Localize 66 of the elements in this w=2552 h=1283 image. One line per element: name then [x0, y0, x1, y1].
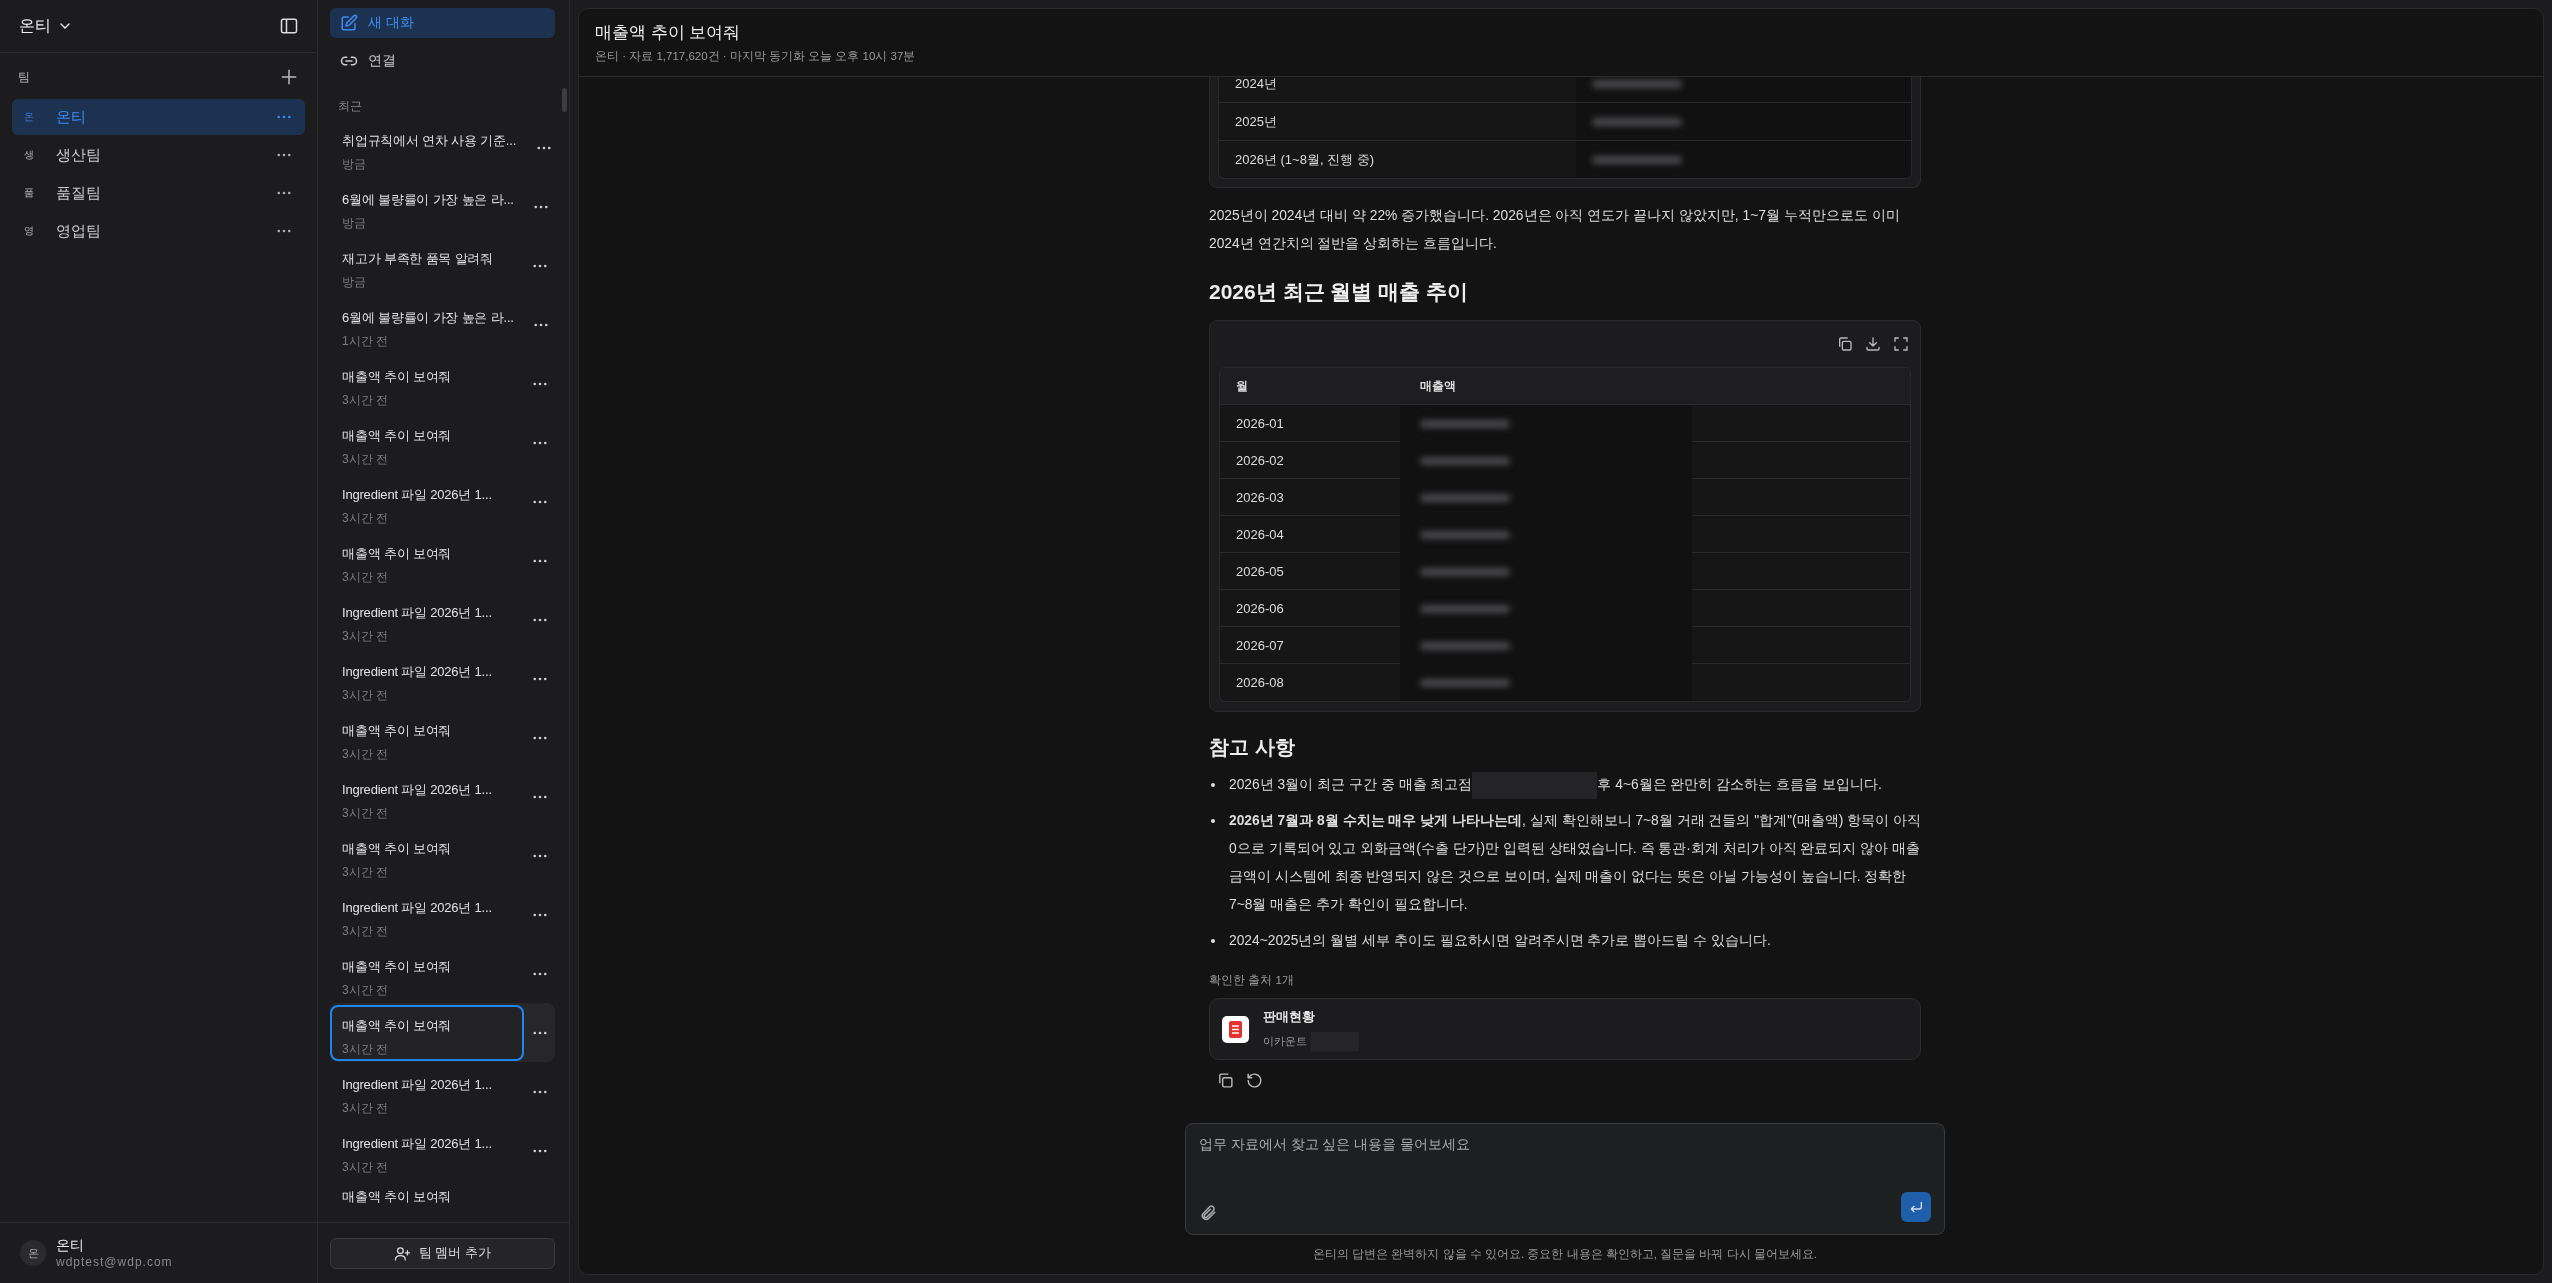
section-label: 팀	[18, 68, 30, 86]
table-cell-text: 2025년	[1234, 112, 1278, 131]
conversation-item[interactable]: 매출액 추이 보여줘	[330, 1180, 555, 1210]
connect-button[interactable]: 연결	[330, 46, 555, 76]
document-icon	[1222, 1015, 1249, 1043]
retry-icon[interactable]	[1246, 1072, 1263, 1089]
chat-title: 매출액 추이 보여줘	[595, 21, 742, 43]
conversation-item[interactable]: Ingredient 파일 2026년 1... 3시간 전	[330, 650, 524, 707]
conversation-item[interactable]: 매출액 추이 보여줘 3시간 전	[330, 532, 524, 589]
conversation-item[interactable]: Ingredient 파일 2026년 1... 3시간 전	[330, 1122, 524, 1179]
conversation-item[interactable]: Ingredient 파일 2026년 1... 3시간 전	[330, 591, 524, 648]
sidebar-toggle-icon[interactable]	[279, 16, 299, 36]
user-email: wdptest@wdp.com	[56, 1255, 173, 1269]
team-item[interactable]: 품 품질팀	[12, 175, 305, 211]
message-input[interactable]: 업무 자료에서 찾고 싶은 내용을 물어보세요	[1185, 1123, 1945, 1235]
conversation-item[interactable]: 6월에 불량률이 가장 높은 라... 1시간 전	[330, 296, 526, 353]
user-plus-icon	[393, 1244, 411, 1262]
table-cell-text: 2026-08	[1235, 674, 1285, 692]
section-heading: 참고 사항	[1209, 735, 1296, 760]
copy-icon[interactable]	[1217, 1072, 1234, 1089]
conversation-item[interactable]: 매출액 추이 보여줘 3시간 전	[330, 355, 524, 412]
table-cell-text: 2026년 (1~8월, 진행 중)	[1234, 150, 1376, 169]
column-header: 매출액	[1419, 378, 1457, 394]
conversation-item[interactable]: 매출액 추이 보여줘 3시간 전	[330, 1004, 524, 1061]
conversation-item[interactable]: 취업규칙에서 연차 사용 기준... 방금	[330, 119, 529, 176]
table-cell-text: 2024년	[1234, 77, 1278, 93]
conversation-item[interactable]: Ingredient 파일 2026년 1... 3시간 전	[330, 768, 524, 825]
download-icon[interactable]	[1865, 336, 1881, 352]
section-label: 최근	[338, 99, 362, 113]
fullscreen-icon[interactable]	[1893, 336, 1909, 352]
team-item[interactable]: 온 온티	[12, 99, 305, 135]
conversation-item[interactable]: 6월에 불량률이 가장 높은 라... 방금	[330, 178, 526, 235]
note-text: 2026년 3월이 최근 구간 중 매출 최고점 후 4~6월은 완만히 감소하는 흐름을 보입니다.	[1229, 771, 1882, 799]
send-button[interactable]	[1901, 1192, 1931, 1222]
add-member-button[interactable]: 팀 멤버 추가	[330, 1237, 555, 1269]
add-icon[interactable]	[279, 67, 299, 87]
copy-icon[interactable]	[1837, 336, 1853, 352]
sources-label: 확인한 출처 1개	[1209, 973, 1295, 988]
chat-subtitle: 온티 · 자료 1,717,620건 · 마지막 동기화 오늘 오후 10시 37분	[595, 48, 917, 64]
team-item[interactable]: 영 영업팀	[12, 213, 305, 249]
summary-text: 2025년이 2024년 대비 약 22% 증가했습니다. 2026년은 아직 연도가 끝나지 않았지만, 1~7월 누적만으로도 이미 2024년 연간치의 절반을 상회하는 흐름입니다.	[1209, 207, 1901, 253]
conversation-item[interactable]: 매출액 추이 보여줘 3시간 전	[330, 414, 524, 471]
enter-icon	[1908, 1199, 1924, 1215]
conversation-item[interactable]: Ingredient 파일 2026년 1... 3시간 전	[330, 886, 524, 943]
note-text: 2024~2025년의 월별 세부 추이도 필요하시면 알려주시면 추가로 뽑아드릴 수 있습니다.	[1229, 932, 1771, 950]
team-item[interactable]: 생 생산팀	[12, 137, 305, 173]
edit-icon	[340, 14, 358, 32]
conversation-item[interactable]: 매출액 추이 보여줘 3시간 전	[330, 709, 524, 766]
scrollbar[interactable]	[562, 88, 567, 112]
note-text: 2026년 7월과 8월 수치는 매우 낮게 나타나는데, 실제 확인해보니 7~8월 거래 건들의 "합계"(매출액) 항목이 아직 0으로 기록되어 있고 외화금액(수출 단가)만 입력된 상태였습니다. 즉 통관·회계 처리가 아직 완료되지 않아 매출 금액이 시스템에 최종 반영되지 않은 것으로 보이며, 실제 매출이 없다는 뜻은 아닐 가능성이 높습니다. 정확한 7~8월 매출은 추가 확인이 필요합니다.	[1229, 812, 1921, 914]
user-avatar: 온	[20, 1240, 46, 1266]
source-name: 판매현황	[1263, 1007, 1316, 1026]
column-header: 월	[1235, 378, 1249, 394]
conversation-item[interactable]: 매출액 추이 보여줘 3시간 전	[330, 827, 524, 884]
section-heading: 2026년 최근 월별 매출 추이	[1209, 279, 1470, 305]
new-chat-button[interactable]: 새 대화	[330, 8, 555, 38]
user-name: 온티	[56, 1237, 85, 1255]
conversation-item[interactable]: Ingredient 파일 2026년 1... 3시간 전	[330, 1063, 524, 1120]
workspace-switcher[interactable]: 온티	[19, 15, 73, 37]
source-card[interactable]: 판매현황 이카운트	[1209, 998, 1921, 1060]
conversation-item[interactable]: 재고가 부족한 품목 알려줘 방금	[330, 237, 524, 294]
disclaimer-text: 온티의 답변은 완벽하지 않을 수 있어요. 중요한 내용은 확인하고, 질문을 바꿔 다시 물어보세요.	[1312, 1247, 1818, 1262]
source-detail: 이카운트	[1263, 1031, 1359, 1051]
conversation-item[interactable]: Ingredient 파일 2026년 1... 3시간 전	[330, 473, 524, 530]
paperclip-icon[interactable]	[1199, 1204, 1217, 1222]
conversation-item[interactable]: 매출액 추이 보여줘 3시간 전	[330, 945, 524, 1002]
